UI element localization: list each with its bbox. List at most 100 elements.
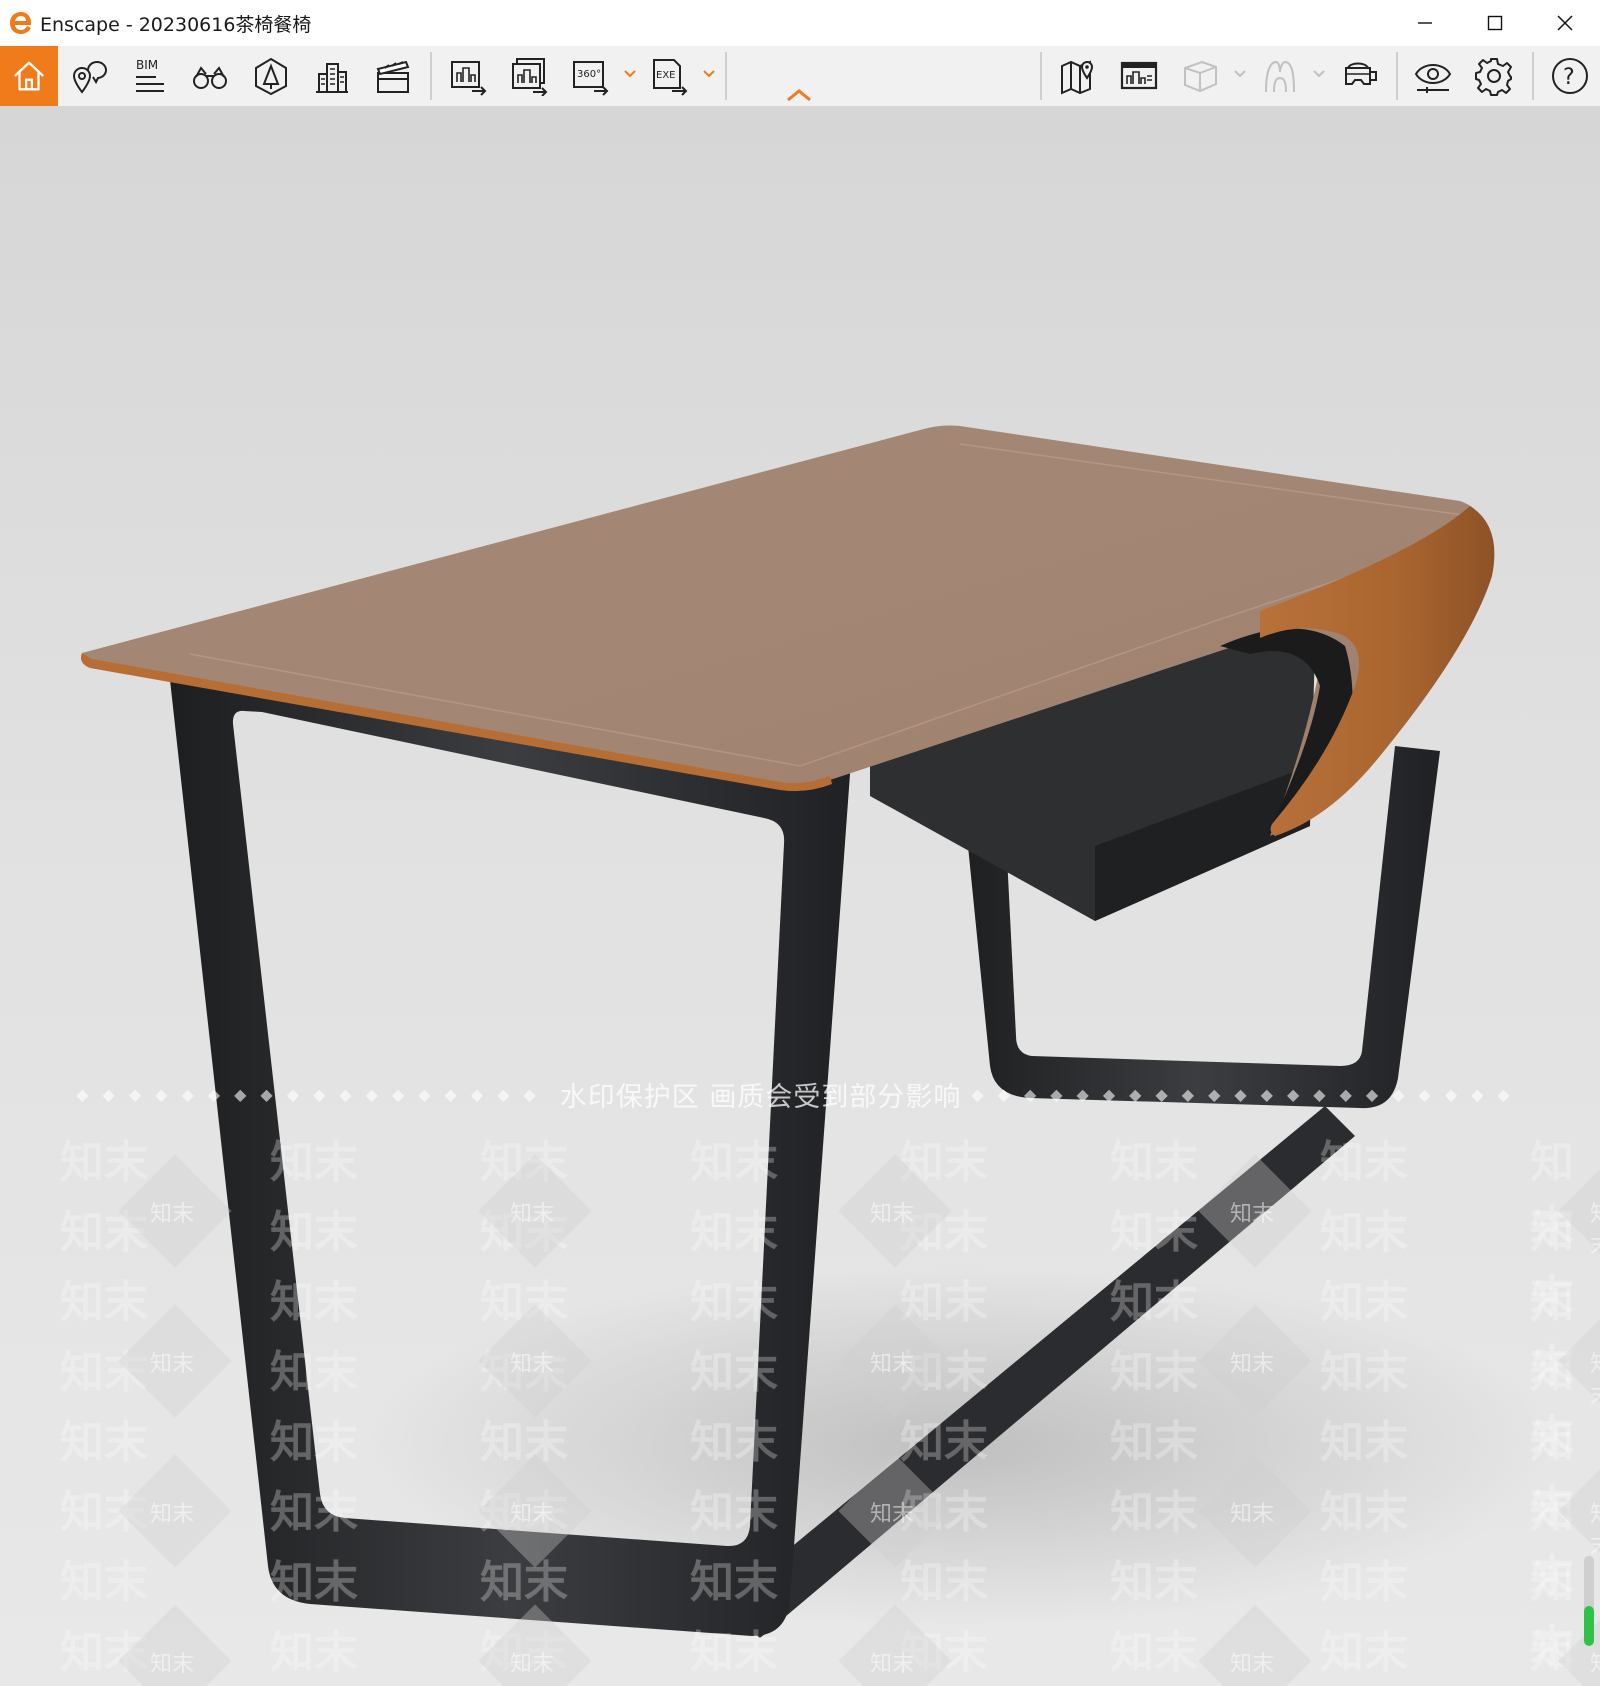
watermark-small-tile: 知末	[1230, 1502, 1275, 1527]
city-button[interactable]	[306, 50, 358, 102]
batch-export-button[interactable]	[503, 50, 555, 102]
video-editor-button[interactable]	[367, 50, 419, 102]
title-bar: Enscape - 20230616茶椅餐椅	[0, 0, 1600, 46]
watermark-banner: ◆◆◆◆◆◆◆◆◆◆◆◆◆◆◆◆◆◆ 水印保护区 画质会受到部分影响 ◆◆◆◆◆…	[0, 1074, 1600, 1114]
help-label: ?	[1563, 65, 1575, 90]
watermark-small-tile: 知末	[510, 1502, 555, 1527]
toolbar-separator	[1396, 52, 1398, 100]
watermark-tile: 知末	[1110, 1277, 1198, 1328]
map-icon	[1061, 60, 1094, 95]
watermark-tile: 知末	[60, 1417, 148, 1468]
bim-icon: BIM	[136, 58, 164, 92]
watermark-tile: 知末	[690, 1557, 778, 1608]
watermark-small-tile: 知末	[1590, 1496, 1600, 1560]
watermark-small-tile: 知末	[870, 1502, 915, 1527]
collapse-toolbar-chevron-icon[interactable]	[784, 86, 814, 104]
export-exe-dropdown[interactable]	[701, 66, 717, 82]
watermark-tile: 知末	[60, 1277, 148, 1328]
home-button[interactable]	[0, 46, 58, 106]
render-viewport[interactable]: ◆◆◆◆◆◆◆◆◆◆◆◆◆◆◆◆◆◆ 水印保护区 画质会受到部分影响 ◆◆◆◆◆…	[0, 106, 1600, 1686]
watermark-tile: 知末	[480, 1417, 568, 1468]
watermark-small-tile: 知末	[870, 1352, 915, 1377]
chevron-down-icon	[1234, 70, 1246, 78]
watermark-tile: 知末	[1110, 1627, 1198, 1678]
watermark-tile: 知末	[270, 1277, 358, 1328]
watermark-small-tile: 知末	[1590, 1196, 1600, 1260]
watermark-tile: 知末	[690, 1347, 778, 1398]
watermark-small-tile: 知末	[510, 1202, 555, 1227]
views-button[interactable]	[64, 50, 116, 102]
watermark-tile: 知末	[1320, 1627, 1408, 1678]
exe-label: EXE	[656, 70, 676, 81]
watermark-tile: 知末	[690, 1487, 778, 1538]
watermark-tile: 知末	[1110, 1207, 1198, 1258]
watermark-small-tile: 知末	[510, 1652, 555, 1677]
watermark-small-tile: 知末	[1230, 1202, 1275, 1227]
watermark-tile: 知末	[690, 1137, 778, 1188]
side-slider[interactable]	[1584, 1556, 1594, 1646]
export-image-button[interactable]	[442, 50, 494, 102]
watermark-small-tile: 知末	[870, 1202, 915, 1227]
watermark-tile: 知末	[270, 1557, 358, 1608]
window-title: Enscape - 20230616茶椅餐椅	[40, 13, 312, 36]
toolbar-separator	[725, 52, 727, 100]
export-exe-button[interactable]: EXE	[644, 50, 696, 102]
watermark-small-tile: 知末	[150, 1652, 195, 1677]
cube-icon	[1184, 60, 1217, 93]
toolbar-separator	[430, 52, 432, 100]
asset-library-button[interactable]	[245, 50, 297, 102]
enscape-logo-icon	[10, 12, 32, 34]
info-panel-button[interactable]	[1113, 50, 1165, 102]
watermark-tile: 知末	[690, 1277, 778, 1328]
buildings-icon	[316, 63, 348, 93]
watermark-small-tile: 知末	[1590, 1646, 1600, 1686]
minimize-button[interactable]	[1390, 0, 1460, 46]
help-icon: ?	[1552, 58, 1588, 94]
watermark-tile: 知末	[1110, 1347, 1198, 1398]
info-panel-icon	[1120, 61, 1158, 90]
eye-icon	[1414, 64, 1452, 93]
watermark-tile: 知末	[900, 1277, 988, 1328]
batch-export-icon	[512, 58, 548, 96]
walk-mode-button[interactable]	[184, 50, 236, 102]
visual-settings-button[interactable]	[1407, 50, 1459, 102]
watermark-small-tile: 知末	[1230, 1352, 1275, 1377]
export-panorama-dropdown[interactable]	[622, 66, 638, 82]
watermark-tile: 知末	[1320, 1487, 1408, 1538]
help-button[interactable]: ?	[1544, 50, 1596, 102]
binoculars-icon	[193, 66, 227, 89]
sun-study-button[interactable]	[1254, 50, 1306, 102]
home-icon	[13, 61, 45, 91]
sun-study-dropdown[interactable]	[1311, 66, 1327, 82]
maximize-button[interactable]	[1460, 0, 1530, 46]
maximize-icon	[1487, 15, 1503, 31]
asset-library-icon	[255, 57, 287, 96]
watermark-tile: 知末	[270, 1137, 358, 1188]
watermark-tile: 知末	[690, 1627, 778, 1678]
watermark-tile: 知末	[1320, 1137, 1408, 1188]
bim-label: BIM	[136, 58, 158, 72]
watermark-tile: 知末	[60, 1137, 148, 1188]
watermark-small-tile: 知末	[1590, 1346, 1600, 1410]
chevron-down-icon	[624, 70, 636, 78]
export-panorama-button[interactable]: 360°	[564, 50, 616, 102]
watermark-tile: 知末	[1320, 1277, 1408, 1328]
section-box-dropdown[interactable]	[1232, 66, 1248, 82]
vr-headset-icon	[1345, 62, 1377, 85]
watermark-tile: 知末	[270, 1487, 358, 1538]
minimap-button[interactable]	[1052, 50, 1104, 102]
watermark-tile: 知末	[1320, 1557, 1408, 1608]
location-marker-icon	[72, 61, 107, 94]
side-slider-fill	[1584, 1605, 1594, 1646]
section-box-button[interactable]	[1174, 50, 1226, 102]
watermark-tile: 知末	[270, 1417, 358, 1468]
clapperboard-icon	[376, 60, 410, 93]
chevron-down-icon	[703, 70, 715, 78]
close-button[interactable]	[1530, 0, 1600, 46]
general-settings-button[interactable]	[1468, 50, 1520, 102]
export-panorama-icon: 360°	[573, 61, 609, 96]
watermark-small-tile: 知末	[150, 1352, 195, 1377]
bim-button[interactable]: BIM	[122, 50, 174, 102]
vr-button[interactable]	[1334, 50, 1386, 102]
watermark-tile: 知末	[1320, 1207, 1408, 1258]
